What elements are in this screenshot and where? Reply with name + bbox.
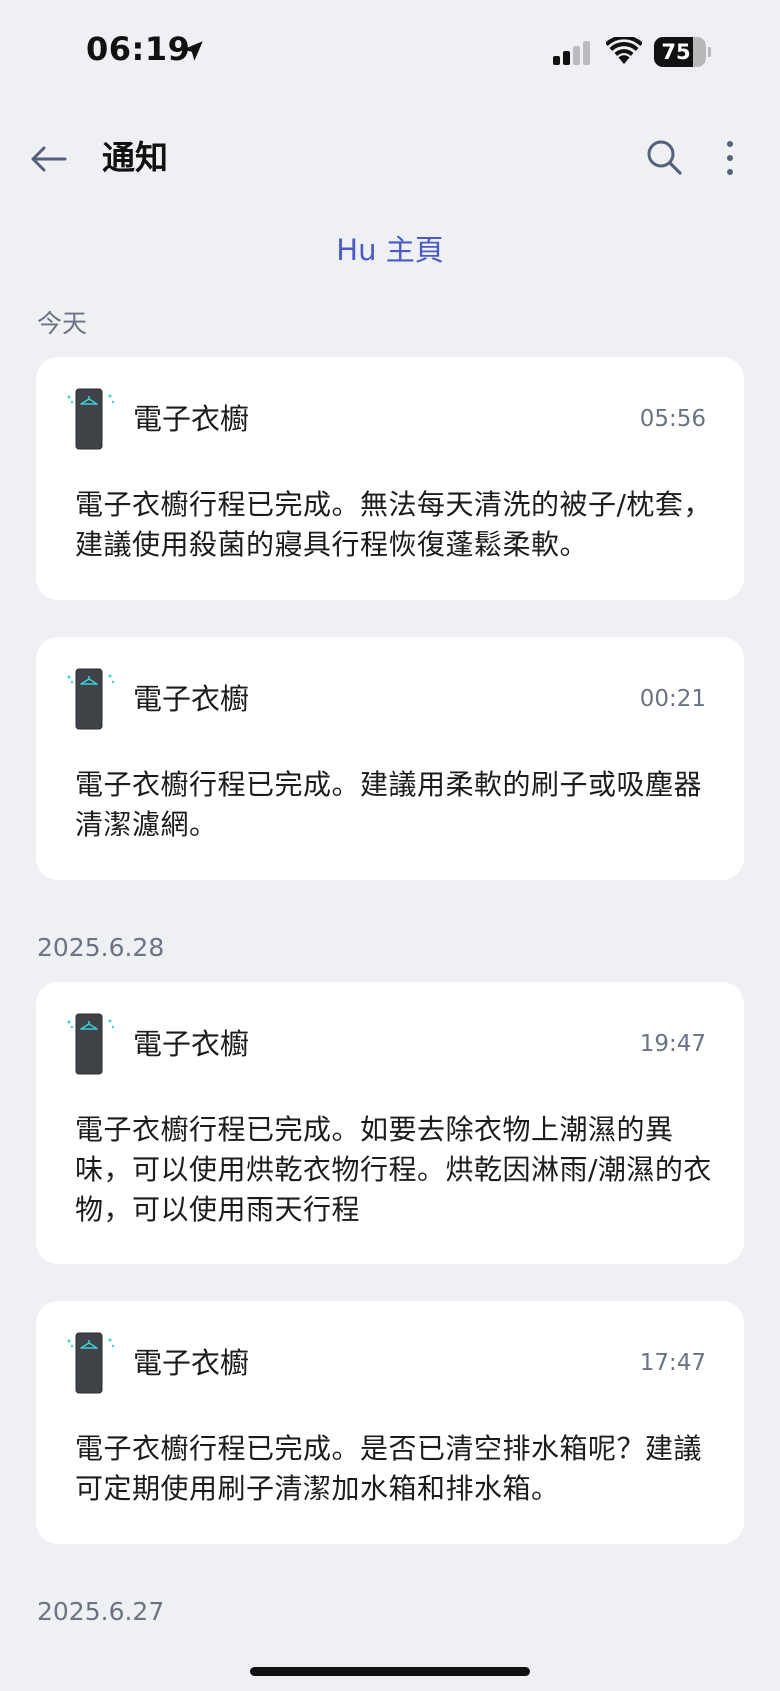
battery-level: 75 bbox=[661, 40, 691, 64]
wardrobe-device-icon bbox=[67, 1332, 115, 1394]
location-arrow-icon bbox=[183, 41, 203, 61]
device-name: 電子衣櫥 bbox=[133, 1346, 250, 1380]
notifications-screen: 06:19 75 通知 Hu 主頁 今天 電子衣櫥 05:56 電子衣櫥行程已完… bbox=[0, 0, 780, 1691]
status-bar: 06:19 75 bbox=[0, 0, 780, 100]
notification-message: 電子衣櫥行程已完成。建議用柔軟的刷子或吸塵器清潔濾網。 bbox=[75, 768, 703, 841]
home-link[interactable]: Hu 主頁 bbox=[0, 230, 780, 270]
notification-time: 05:56 bbox=[639, 406, 706, 432]
notification-time: 00:21 bbox=[639, 686, 706, 712]
device-name: 電子衣櫥 bbox=[133, 1027, 250, 1061]
status-time: 06:19 bbox=[86, 30, 191, 68]
notification-card[interactable]: 電子衣櫥 00:21 電子衣櫥行程已完成。建議用柔軟的刷子或吸塵器清潔濾網。 bbox=[36, 637, 744, 880]
device-name: 電子衣櫥 bbox=[133, 402, 250, 436]
home-indicator[interactable] bbox=[250, 1667, 530, 1676]
section-label-today: 今天 bbox=[37, 309, 88, 338]
notification-card[interactable]: 電子衣櫥 05:56 電子衣櫥行程已完成。無法每天清洗的被子/枕套，建議使用殺菌… bbox=[36, 357, 744, 600]
cellular-signal-icon bbox=[553, 41, 590, 65]
wardrobe-device-icon bbox=[67, 388, 115, 450]
search-button[interactable] bbox=[640, 133, 688, 181]
wardrobe-device-icon bbox=[67, 668, 115, 730]
notification-message: 電子衣櫥行程已完成。是否已清空排水箱呢？建議可定期使用刷子清潔加水箱和排水箱。 bbox=[75, 1432, 703, 1505]
device-name: 電子衣櫥 bbox=[133, 682, 250, 716]
page-title: 通知 bbox=[102, 138, 168, 177]
notification-time: 19:47 bbox=[639, 1031, 706, 1057]
arrow-left-icon bbox=[31, 146, 67, 172]
section-label-date: 2025.6.27 bbox=[37, 1597, 165, 1626]
notification-card[interactable]: 電子衣櫥 17:47 電子衣櫥行程已完成。是否已清空排水箱呢？建議可定期使用刷子… bbox=[36, 1301, 744, 1544]
notification-card[interactable]: 電子衣櫥 19:47 電子衣櫥行程已完成。如要去除衣物上潮濕的異味，可以使用烘乾… bbox=[36, 982, 744, 1264]
section-label-date: 2025.6.28 bbox=[37, 933, 165, 962]
notification-time: 17:47 bbox=[639, 1350, 706, 1376]
back-button[interactable] bbox=[24, 134, 74, 184]
search-icon bbox=[647, 140, 682, 175]
more-vertical-icon bbox=[727, 141, 733, 175]
notification-message: 電子衣櫥行程已完成。無法每天清洗的被子/枕套，建議使用殺菌的寢具行程恢復蓬鬆柔軟… bbox=[75, 488, 712, 561]
wardrobe-device-icon bbox=[67, 1013, 115, 1075]
notification-message: 電子衣櫥行程已完成。如要去除衣物上潮濕的異味，可以使用烘乾衣物行程。烘乾因淋雨/… bbox=[75, 1113, 712, 1226]
more-options-button[interactable] bbox=[712, 136, 748, 180]
wifi-icon bbox=[606, 37, 642, 64]
battery-icon: 75 bbox=[654, 37, 711, 67]
